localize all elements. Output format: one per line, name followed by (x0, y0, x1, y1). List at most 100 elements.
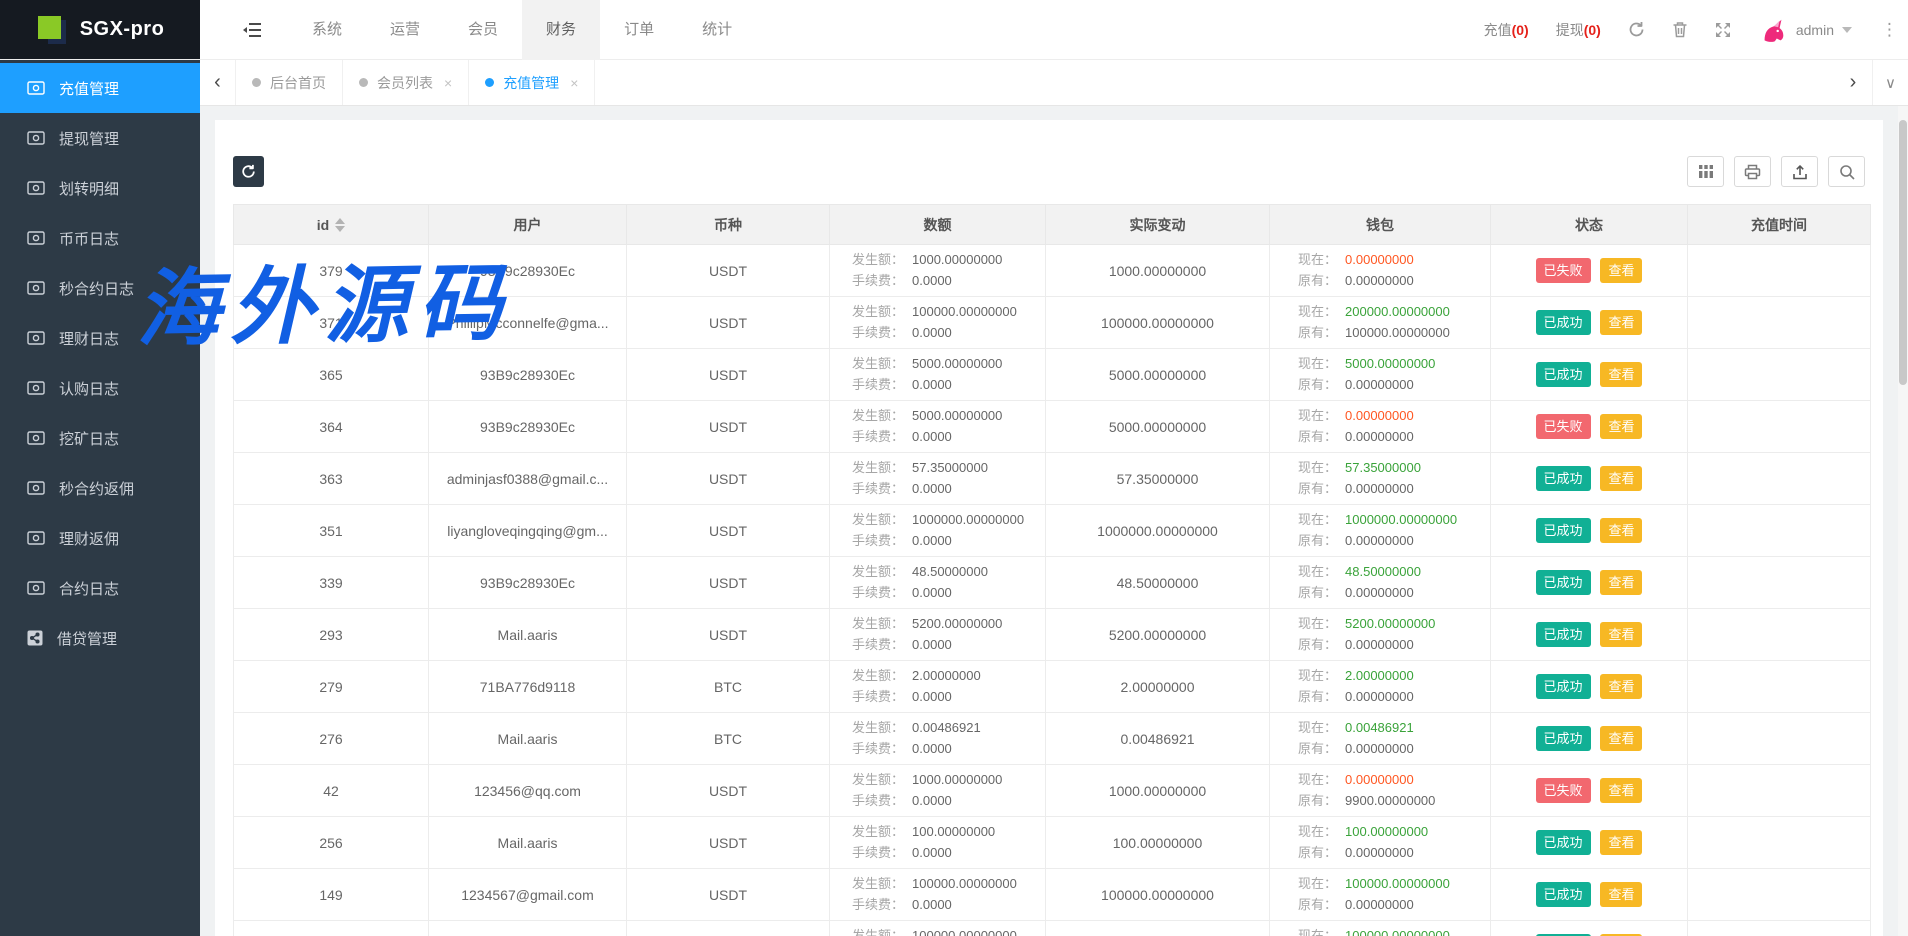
fullscreen-icon[interactable] (1715, 22, 1731, 38)
column-header[interactable]: id (234, 205, 429, 245)
tabs-dropdown-icon[interactable]: ∨ (1872, 60, 1908, 105)
search-icon[interactable] (1828, 156, 1865, 187)
trash-icon[interactable] (1672, 21, 1688, 38)
tab-close-icon[interactable]: × (570, 75, 578, 91)
sidebar-item-理财返佣[interactable]: 理财返佣 (0, 513, 200, 563)
money-icon (27, 381, 45, 395)
row-id: 371 (319, 315, 342, 331)
view-button[interactable]: 查看 (1600, 466, 1642, 491)
sidebar-fold-icon[interactable] (242, 21, 262, 39)
columns-icon[interactable] (1687, 156, 1724, 187)
sidebar-item-秒合约返佣[interactable]: 秒合约返佣 (0, 463, 200, 513)
sidebar-item-提现管理[interactable]: 提现管理 (0, 113, 200, 163)
column-header: 状态 (1491, 205, 1688, 245)
sidebar-item-币币日志[interactable]: 币币日志 (0, 213, 200, 263)
nav-menu-item[interactable]: 统计 (678, 0, 756, 60)
nav-menu-item[interactable]: 会员 (444, 0, 522, 60)
money-icon (27, 331, 45, 345)
tabs-scroll-right-icon[interactable]: › (1834, 60, 1872, 105)
sidebar-item-合约日志[interactable]: 合约日志 (0, 563, 200, 613)
row-amount: 发生额：1000000.00000000 手续费：0.0000 (834, 512, 1041, 549)
sidebar-item-理财日志[interactable]: 理财日志 (0, 313, 200, 363)
row-change: 1000.00000000 (1109, 263, 1206, 279)
tab-dot-icon (485, 78, 494, 87)
row-wallet: 现在：5200.00000000 原有：0.00000000 (1274, 616, 1486, 653)
nav-menu-item[interactable]: 运营 (366, 0, 444, 60)
view-button[interactable]: 查看 (1600, 778, 1642, 803)
sidebar-item-认购日志[interactable]: 认购日志 (0, 363, 200, 413)
nav-menu-item[interactable]: 订单 (600, 0, 678, 60)
view-button[interactable]: 查看 (1600, 674, 1642, 699)
view-button[interactable]: 查看 (1600, 258, 1642, 283)
sidebar-item-label: 认购日志 (59, 378, 119, 399)
column-header: 钱包 (1270, 205, 1491, 245)
view-button[interactable]: 查看 (1600, 310, 1642, 335)
row-id: 363 (319, 471, 342, 487)
table-header-row: id 用户 币种 数额 实际变动 钱包 状态 (234, 205, 1871, 245)
row-wallet: 现在：100000.00000000 原有：0.00000000 (1274, 928, 1486, 936)
row-change: 2.00000000 (1121, 679, 1195, 695)
money-icon (27, 431, 45, 445)
table-refresh-button[interactable] (233, 156, 264, 187)
row-change: 57.35000000 (1117, 471, 1199, 487)
money-icon (27, 531, 45, 545)
scrollbar-thumb[interactable] (1899, 120, 1907, 385)
row-user: 93B9c28930Ec (480, 575, 575, 591)
breadcrumb-tab[interactable]: 充值管理 × (469, 60, 595, 105)
view-button[interactable]: 查看 (1600, 570, 1642, 595)
nav-quick-link[interactable]: 提现(0) (1556, 20, 1601, 40)
user-menu[interactable]: admin (1758, 15, 1852, 45)
sidebar-item-label: 秒合约返佣 (59, 478, 134, 499)
view-button[interactable]: 查看 (1600, 726, 1642, 751)
sidebar-item-挖矿日志[interactable]: 挖矿日志 (0, 413, 200, 463)
top-navbar: SGX-pro 系统运营会员财务订单统计 充值(0) 提现(0) (0, 0, 1908, 60)
money-icon (27, 81, 45, 95)
row-amount: 发生额：1000.00000000 手续费：0.0000 (834, 252, 1041, 289)
tabs-scroll-left-icon[interactable]: ‹ (200, 60, 236, 105)
row-id: 365 (319, 367, 342, 383)
money-icon (27, 131, 45, 145)
view-button[interactable]: 查看 (1600, 518, 1642, 543)
view-button[interactable]: 查看 (1600, 830, 1642, 855)
breadcrumb-tabbar: ‹ 后台首页 × 会员列表 × 充值管理 × › ∨ (200, 60, 1908, 106)
table-row: 293 Mail.aaris USDT 发生额：5200.00000000 手续… (234, 609, 1871, 661)
more-dots-icon[interactable]: ⋮ (1879, 20, 1900, 40)
page-scrollbar[interactable] (1898, 106, 1908, 936)
refresh-icon[interactable] (1628, 21, 1645, 38)
nav-quick-links: 充值(0) 提现(0) (1484, 20, 1601, 40)
row-amount: 发生额：100000.00000000 手续费：0.0000 (834, 304, 1041, 341)
sort-icon[interactable] (335, 218, 345, 232)
tab-close-icon[interactable]: × (444, 75, 452, 91)
sidebar-item-充值管理[interactable]: 充值管理 (0, 63, 200, 113)
export-icon[interactable] (1781, 156, 1818, 187)
row-id: 293 (319, 627, 342, 643)
table-row: 339 93B9c28930Ec USDT 发生额：48.50000000 手续… (234, 557, 1871, 609)
username: admin (1796, 22, 1834, 38)
money-icon (27, 231, 45, 245)
nav-menu-item[interactable]: 财务 (522, 0, 600, 60)
table-row: 149 1234567@gmail.com USDT 发生额：100000.00… (234, 869, 1871, 921)
row-wallet: 现在：100.00000000 原有：0.00000000 (1274, 824, 1486, 861)
row-coin: USDT (709, 263, 747, 279)
nav-menu-item[interactable]: 系统 (288, 0, 366, 60)
view-button[interactable]: 查看 (1600, 414, 1642, 439)
print-icon[interactable] (1734, 156, 1771, 187)
row-id: 279 (319, 679, 342, 695)
sidebar-item-秒合约日志[interactable]: 秒合约日志 (0, 263, 200, 313)
row-amount: 发生额：100.00000000 手续费：0.0000 (834, 824, 1041, 861)
breadcrumb-tab[interactable]: 会员列表 × (343, 60, 469, 105)
view-button[interactable]: 查看 (1600, 362, 1642, 387)
sidebar-item-借贷管理[interactable]: 借贷管理 (0, 613, 200, 663)
tabbar-tabs: 后台首页 × 会员列表 × 充值管理 × (236, 60, 595, 105)
sidebar-item-划转明细[interactable]: 划转明细 (0, 163, 200, 213)
row-user: PhillipMcconnelfe@gma... (446, 315, 608, 331)
column-header: 用户 (429, 205, 627, 245)
money-icon (27, 581, 45, 595)
nav-quick-link[interactable]: 充值(0) (1484, 20, 1529, 40)
breadcrumb-tab[interactable]: 后台首页 × (236, 60, 343, 105)
row-wallet: 现在：5000.00000000 原有：0.00000000 (1274, 356, 1486, 393)
unicorn-avatar-icon (1758, 15, 1788, 45)
view-button[interactable]: 查看 (1600, 882, 1642, 907)
view-button[interactable]: 查看 (1600, 622, 1642, 647)
money-icon (27, 181, 45, 195)
